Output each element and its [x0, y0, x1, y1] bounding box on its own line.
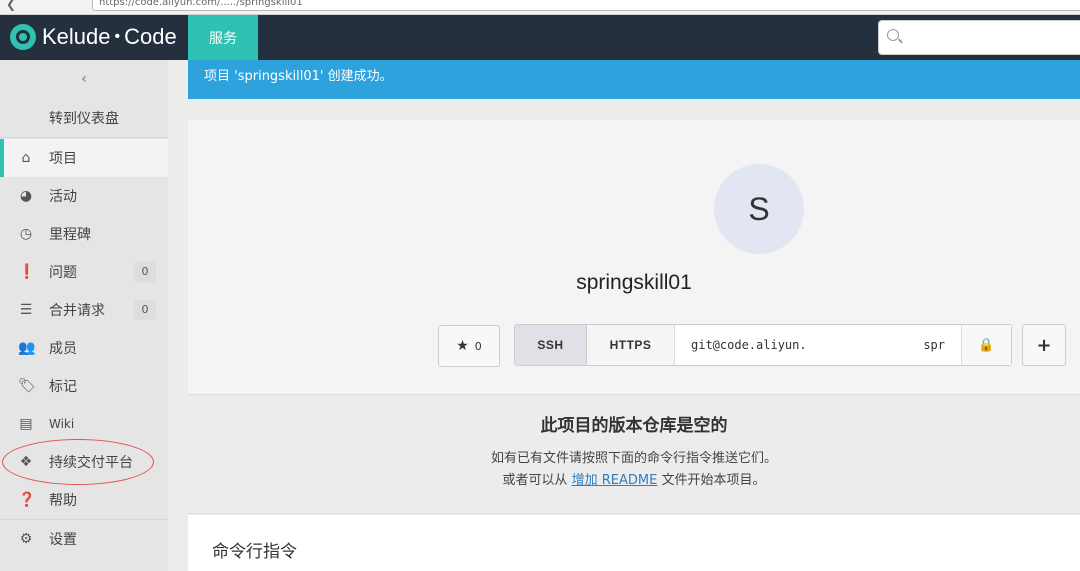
kelude-logo[interactable]: Kelude • Code — [10, 24, 177, 50]
clock-icon: ◷ — [19, 226, 33, 242]
sidebar-item-label: 合并请求 — [49, 303, 105, 319]
sidebar-item-label: 成员 — [49, 341, 77, 357]
logo-dot: • — [114, 28, 121, 45]
command-line-panel: 命令行指令 — [188, 515, 1080, 571]
star-button[interactable]: ★ 0 — [438, 325, 500, 367]
merge-list-icon: ☰ — [19, 302, 33, 318]
add-new-button[interactable]: + — [1022, 324, 1066, 366]
sidebar-item-label: 帮助 — [49, 493, 77, 509]
sidebar-item-label: 项目 — [49, 151, 77, 167]
logo-mark-icon — [10, 24, 36, 50]
sidebar-item-members[interactable]: 👥 成员 — [0, 329, 168, 367]
sidebar-item-label: 设置 — [49, 532, 77, 548]
merge-requests-count-badge: 0 — [134, 300, 156, 320]
search-box[interactable] — [878, 20, 1080, 55]
readme-hint-prefix: 或者可以从 — [502, 473, 568, 488]
alert-message: 项目 'springskill01' 创建成功。 — [204, 69, 393, 84]
empty-repo-panel: 此项目的版本仓库是空的 如有已有文件请按照下面的命令行指令推送它们。 或者可以从… — [188, 396, 1080, 514]
empty-repo-title: 此项目的版本仓库是空的 — [540, 416, 728, 436]
project-title: springskill01 — [576, 271, 692, 294]
plus-icon: + — [1036, 334, 1052, 356]
sidebar-item-milestones[interactable]: ◷ 里程碑 — [0, 215, 168, 253]
cogs-icon: ⚙ — [19, 531, 33, 547]
sidebar-item-label: 里程碑 — [49, 227, 91, 243]
project-avatar: S — [714, 164, 804, 254]
home-icon: ⌂ — [21, 150, 31, 166]
back-arrow-icon[interactable]: ❮ — [6, 0, 16, 11]
clone-url-field[interactable]: git@code.aliyun. spr — [675, 325, 961, 365]
empty-repo-readme-hint: 或者可以从 增加 README 文件开始本项目。 — [62, 469, 1080, 488]
star-count: 0 — [474, 339, 482, 353]
browser-address-strip: ❮ https://code.aliyun.com/...../springsk… — [0, 0, 1080, 15]
logo-code-text: Code — [124, 24, 177, 49]
lock-icon: 🔒 — [978, 337, 995, 353]
command-line-title: 命令行指令 — [212, 542, 297, 562]
clone-url-group: SSH HTTPS git@code.aliyun. spr 🔒 — [514, 324, 1012, 366]
visibility-lock-button[interactable]: 🔒 — [961, 325, 1011, 365]
sidebar-item-tags[interactable]: 🏷 标记 — [0, 367, 168, 405]
clone-url-tail: spr — [923, 338, 945, 352]
project-header-panel: S springskill01 ★ 0 SSH HTTPS git@code.a… — [188, 120, 1080, 395]
empty-repo-hint: 如有已有文件请按照下面的命令行指令推送它们。 — [62, 447, 1080, 466]
cubes-icon: ❖ — [19, 454, 33, 470]
sidebar-item-merge-requests[interactable]: ☰ 合并请求 0 — [0, 291, 168, 329]
sidebar-item-label: 活动 — [49, 189, 77, 205]
chevron-left-icon: ‹ — [81, 71, 87, 87]
sidebar-item-projects[interactable]: ⌂ 项目 — [0, 139, 168, 177]
top-navbar: Kelude • Code 服务 — [0, 15, 1080, 60]
users-icon: 👥 — [18, 340, 36, 356]
avatar-letter: S — [748, 190, 770, 227]
sidebar-item-activity[interactable]: ◕ 活动 — [0, 177, 168, 215]
search-icon — [887, 29, 899, 41]
star-icon: ★ — [456, 338, 469, 354]
logo-brand-text: Kelude — [42, 24, 111, 49]
service-tab[interactable]: 服务 — [188, 15, 258, 60]
question-icon: ❓ — [18, 492, 36, 508]
sidebar-nav-list: ⌂ 项目 ◕ 活动 ◷ 里程碑 ❗ 问题 0 ☰ 合并请求 0 👥 成员 🏷 标… — [0, 139, 168, 558]
add-readme-link[interactable]: 增加 README — [572, 473, 658, 488]
ssh-toggle-button[interactable]: SSH — [515, 325, 587, 365]
search-input[interactable] — [907, 27, 1077, 49]
book-icon: ▤ — [19, 416, 33, 432]
sidebar-item-settings[interactable]: ⚙ 设置 — [0, 520, 168, 558]
https-toggle-button[interactable]: HTTPS — [587, 325, 675, 365]
dashboard-icon: ◕ — [19, 188, 33, 204]
readme-hint-suffix: 文件开始本项目。 — [661, 473, 766, 488]
sidebar-item-label: 标记 — [49, 379, 77, 395]
address-bar[interactable]: https://code.aliyun.com/...../springskil… — [92, 0, 1080, 11]
exclamation-icon: ❗ — [18, 264, 36, 280]
success-alert: 项目 'springskill01' 创建成功。 — [188, 60, 1080, 99]
go-to-dashboard-link[interactable]: 转到仪表盘 — [0, 98, 168, 138]
sidebar-collapse-button[interactable]: ‹ — [0, 60, 168, 98]
sidebar: ‹ 转到仪表盘 ⌂ 项目 ◕ 活动 ◷ 里程碑 ❗ 问题 0 ☰ 合并请求 0 … — [0, 60, 168, 571]
tags-icon: 🏷 — [18, 378, 36, 394]
clone-url-text: git@code.aliyun. — [691, 338, 807, 352]
empty-repo-hint-text: 如有已有文件请按照下面的命令行指令推送它们。 — [490, 451, 777, 466]
